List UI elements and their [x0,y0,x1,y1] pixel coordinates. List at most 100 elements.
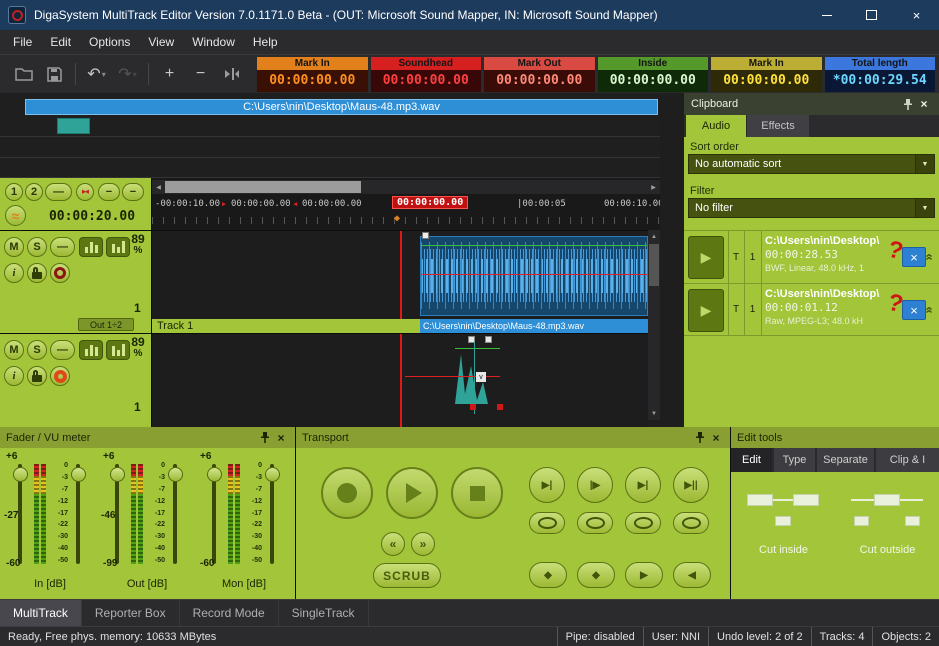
redo-button[interactable]: ↷▾ [114,61,141,88]
track-2-lock-button[interactable] [27,366,47,386]
track-2-info-button[interactable]: i [4,366,24,386]
view-tab-singletrack[interactable]: SingleTrack [279,600,369,626]
loop-button-4[interactable] [673,512,709,534]
play-button[interactable] [386,467,438,519]
track-1-output-button[interactable]: Out 1÷2 [78,318,134,331]
track-1-lane[interactable]: Track 1 C:\Users\nin\Desktop\Maus-48.mp3… [152,231,648,334]
scroll-thumb[interactable] [165,181,361,193]
tab-clip[interactable]: Clip & I [876,448,939,472]
close-panel-button[interactable]: × [273,431,289,445]
play-from-mark-button[interactable]: |▶ [577,467,613,503]
menu-item-edit[interactable]: Edit [41,30,80,54]
loop-button-1[interactable] [529,512,565,534]
sort-order-select[interactable]: No automatic sort ▼ [688,154,935,174]
collapse-chevrons-icon[interactable]: « [923,253,938,259]
pan-envelope-line[interactable] [421,274,647,275]
clipboard-entry[interactable]: ▶ T 1 C:\Users\nin\Desktop\ 00:00:28.53 … [684,230,939,283]
add-button[interactable]: + [156,61,183,88]
pin-button[interactable] [257,432,273,443]
play-selection-button[interactable]: ▶|| [673,467,709,503]
view-tab-reporter-box[interactable]: Reporter Box [82,600,180,626]
step-back-button[interactable]: « [381,532,405,556]
pin-button[interactable] [692,432,708,443]
playhead-marker[interactable]: ◆ [394,213,400,224]
edit-node[interactable] [470,404,476,410]
marker-button[interactable] [218,61,245,88]
fader-handle[interactable] [71,467,86,482]
fader-handle[interactable] [168,467,183,482]
timeline-locate-button[interactable]: ▶◀ [76,183,94,201]
cut-outside-tool[interactable]: Cut outside [837,476,938,596]
crossfade-button-1[interactable]: ◆ [529,562,567,588]
overview-file-bar[interactable]: C:\Users\nin\Desktop\Maus-48.mp3.wav [25,99,658,115]
timeline-button-2[interactable]: 2 [25,183,43,201]
track-1-meter-button[interactable] [79,237,103,257]
entry-play-button[interactable]: ▶ [688,289,724,332]
play-to-mark-button[interactable]: ▶| [529,467,565,503]
tab-separate[interactable]: Separate [817,448,875,472]
remove-button[interactable]: − [187,61,214,88]
tab-type[interactable]: Type [774,448,816,472]
loop-button-2[interactable] [577,512,613,534]
undo-button[interactable]: ↶▾ [83,61,110,88]
view-tab-record-mode[interactable]: Record Mode [180,600,279,626]
track-v-scrollbar[interactable]: ▲ ▼ [648,230,660,420]
volume-envelope-line[interactable] [421,245,647,246]
maximize-button[interactable] [849,0,894,30]
pin-button[interactable] [900,99,916,110]
track-2-solo-button[interactable]: S [27,340,47,360]
menu-item-options[interactable]: Options [80,30,139,54]
fader-handle[interactable] [207,467,222,482]
track-2-collapse-button[interactable]: — [50,340,75,360]
open-button[interactable] [10,61,37,88]
nudge-forward-button[interactable]: ▶ [625,562,663,588]
timeline-button-1[interactable]: 1 [5,183,23,201]
save-button[interactable] [41,61,68,88]
scroll-left-button[interactable]: ◀ [152,180,165,194]
timeline-ruler-area[interactable]: ◀ ▶ -00:00:10.00 ▶ 00:00:00.00 ◀ 00:00:0… [152,178,660,230]
timeline-zoom-in-button[interactable]: − [122,183,144,201]
track-1-info-button[interactable]: i [4,263,24,283]
close-panel-button[interactable]: × [916,97,932,111]
tab-edit[interactable]: Edit [731,448,773,472]
menu-item-help[interactable]: Help [244,30,287,54]
menu-item-view[interactable]: View [139,30,183,54]
scrub-button[interactable]: SCRUB [373,563,441,588]
record-button[interactable] [321,467,373,519]
view-tab-multitrack[interactable]: MultiTrack [0,600,82,626]
scroll-thumb[interactable] [649,244,659,286]
track-1-solo-button[interactable]: S [27,237,47,257]
timeline-zoom-out-button[interactable]: − [98,183,120,201]
fade-node[interactable]: v [476,372,486,382]
close-panel-button[interactable]: × [708,431,724,445]
track-2-meter-button[interactable] [79,340,103,360]
tab-audio[interactable]: Audio [686,115,746,137]
wave-zoom-button[interactable]: ≈ [5,205,26,226]
entry-play-button[interactable]: ▶ [688,236,724,279]
timeline-h-scrollbar[interactable]: ◀ ▶ [152,180,660,194]
track-1-record-button[interactable] [50,263,70,283]
overview-clip[interactable] [57,118,90,134]
loop-button-3[interactable] [625,512,661,534]
menu-item-file[interactable]: File [4,30,41,54]
tab-effects[interactable]: Effects [747,115,809,137]
crossfade-button-2[interactable]: ◆ [577,562,615,588]
track-2-lane[interactable]: v [152,334,648,428]
edit-node[interactable] [497,404,503,410]
minimize-button[interactable] [804,0,849,30]
scroll-right-button[interactable]: ▶ [647,180,660,194]
fader-handle[interactable] [265,467,280,482]
nudge-back-button[interactable]: ◀ [673,562,711,588]
track-1-collapse-button[interactable]: — [50,237,75,257]
audio-clip[interactable] [420,236,648,316]
scroll-up-button[interactable]: ▲ [648,230,660,243]
close-button[interactable]: × [894,0,939,30]
timeline-ruler[interactable]: -00:00:10.00 ▶ 00:00:00.00 ◀ 00:00:00.00… [152,195,660,230]
menu-item-window[interactable]: Window [183,30,244,54]
cut-inside-tool[interactable]: Cut inside [733,476,834,596]
track-1-lock-button[interactable] [27,263,47,283]
fader-handle[interactable] [110,467,125,482]
clip-handle[interactable] [422,232,429,239]
timeline-collapse-button[interactable]: — [45,183,72,201]
play-over-mark-button[interactable]: ▶| [625,467,661,503]
